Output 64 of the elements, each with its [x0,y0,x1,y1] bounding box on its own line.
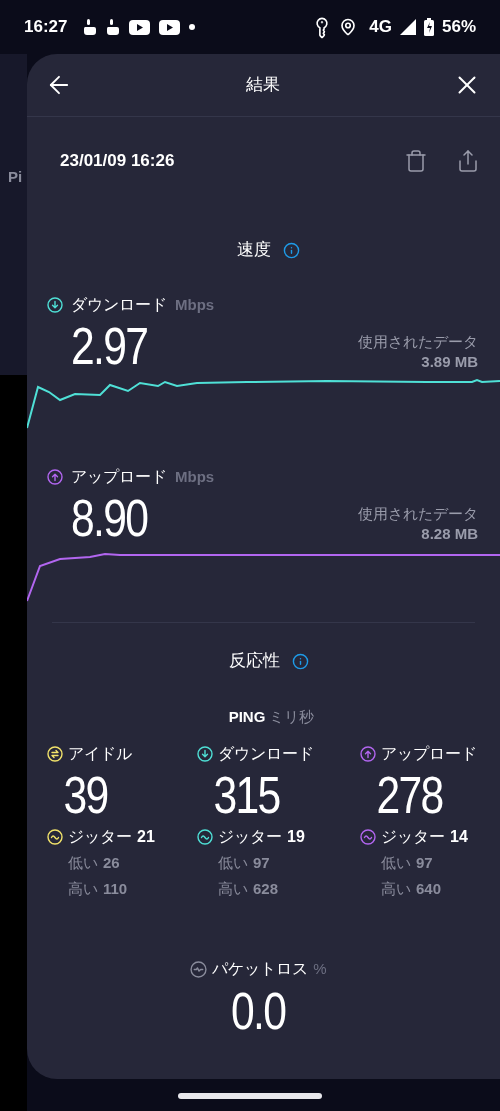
section-title: 速度 [237,239,271,262]
delete-button[interactable] [404,149,428,173]
dot-icon [189,24,196,30]
info-button[interactable] [291,652,309,670]
info-button[interactable] [283,241,300,259]
jitter-value: 14 [450,827,468,847]
packet-loss-unit: % [313,958,327,979]
packet-loss-value: 0.0 [231,982,286,1040]
background-text: Pi [8,167,24,187]
test-label: アップロード [71,467,167,487]
high-value: 110 [103,878,128,899]
jitter-label: ジッター [381,827,445,847]
signal-icon [399,19,416,35]
ping-value: 278 [375,766,444,824]
share-icon [456,149,480,173]
pulse-circle-icon [190,960,208,978]
trash-icon [404,149,428,173]
ping-value: 315 [212,766,281,824]
section-title: 反応性 [228,650,280,673]
app-notification-icon [83,18,98,36]
ping-value: 39 [62,766,109,824]
low-value: 97 [253,852,270,873]
jitter-label: ジッター [68,827,132,847]
info-icon [283,241,300,259]
info-icon [291,652,309,670]
ping-label: アイドル [68,744,132,764]
battery-percent: 56% [441,16,476,39]
high-label: 高い [68,878,98,899]
share-button[interactable] [456,149,480,173]
speed-value: 8.90 [71,490,148,546]
packet-loss-label: パケットロス [212,959,309,979]
high-label: 高い [381,878,411,899]
low-value: 26 [103,852,120,873]
test-label: ダウンロード [71,295,167,315]
jitter-label: ジッター [218,827,282,847]
screen-title: 結果 [245,74,280,97]
unit-label: Mbps [175,294,215,315]
location-pin-icon [339,18,358,36]
data-used-label: 使用されたデータ [358,504,478,524]
jitter-value: 19 [287,827,305,847]
low-label: 低い [381,852,411,873]
ping-title: PING [228,706,266,727]
data-used-label: 使用されたデータ [358,332,478,352]
ping-label: アップロード [381,744,477,764]
app-notification-icon [106,18,121,36]
low-value: 97 [416,852,433,873]
high-value: 640 [416,878,442,899]
high-value: 628 [253,878,279,899]
unit-label: Mbps [175,466,215,487]
low-label: 低い [218,852,248,873]
video-play-icon [129,19,151,35]
battery-charging-icon [423,18,434,36]
high-label: 高い [218,878,248,899]
network-type: 4G [369,16,392,39]
speed-value: 2.97 [71,318,148,374]
data-used-value: 8.28 MB [421,524,478,544]
video-play-icon [159,19,181,35]
data-used-value: 3.89 MB [421,352,478,372]
jitter-value: 21 [137,827,155,847]
clock-time: 16:27 [24,16,68,39]
ping-label: ダウンロード [218,744,314,764]
low-label: 低い [68,852,98,873]
ping-unit: ミリ秒 [269,706,315,727]
result-timestamp: 23/01/09 16:26 [60,150,175,173]
